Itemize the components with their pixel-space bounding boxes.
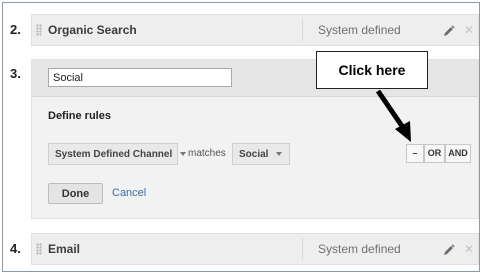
channel-name: Email [48,242,81,256]
pencil-icon[interactable] [443,243,455,261]
define-rules-heading: Define rules [48,110,111,122]
value-label: Social [239,149,269,160]
divider [32,96,478,97]
done-button[interactable]: Done [48,183,103,204]
column-divider [302,238,303,260]
drag-handle-icon[interactable] [36,243,42,255]
row-number: 3. [10,66,21,81]
dimension-dropdown[interactable]: System Defined Channel [48,143,187,165]
pencil-icon[interactable] [443,24,455,42]
close-icon[interactable]: ✕ [464,24,474,36]
remove-condition-button[interactable]: – [406,144,424,163]
dimension-label: System Defined Channel [55,149,173,160]
and-button[interactable]: AND [445,144,471,163]
drag-handle-icon[interactable] [36,24,42,36]
row-number: 2. [10,22,21,37]
operator-label: matches [188,148,226,159]
close-icon[interactable]: ✕ [464,243,474,255]
channel-name-input[interactable] [48,68,232,87]
cancel-link[interactable]: Cancel [112,187,146,199]
caret-down-icon [276,152,283,157]
row-number: 4. [10,241,21,256]
channel-type: System defined [318,23,401,37]
channel-row-organic-search[interactable]: Organic Search System defined ✕ [31,14,479,46]
channel-row-email[interactable]: Email System defined ✕ [31,233,479,265]
caret-down-icon [180,152,187,157]
channel-name: Organic Search [48,23,137,37]
or-button[interactable]: OR [424,144,445,163]
column-divider [302,19,303,41]
value-dropdown[interactable]: Social [232,143,290,165]
channel-type: System defined [318,242,401,256]
annotation-callout: Click here [316,51,428,89]
